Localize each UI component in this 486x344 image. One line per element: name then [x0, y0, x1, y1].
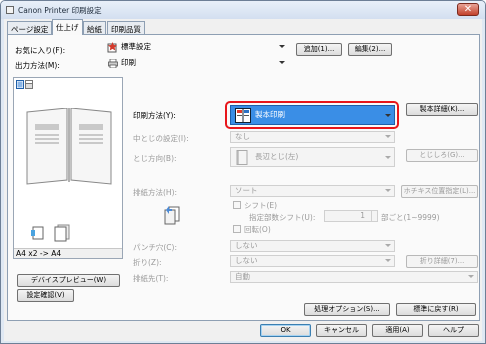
output-method-select[interactable]: 印刷 [105, 58, 288, 70]
fold-label: 折り(Z): [133, 258, 162, 267]
print-method-value: 製本印刷 [255, 110, 285, 119]
punch-select[interactable]: しない [230, 240, 395, 252]
close-button[interactable]: ✕ [457, 3, 479, 16]
page-stack-icon [54, 224, 70, 244]
title-bar[interactable]: Canon Printer 印刷設定 ✕ [1, 1, 485, 19]
chevron-down-icon [385, 135, 391, 138]
chevron-down-icon [385, 259, 391, 262]
binding-margin-button[interactable]: とじしろ(G)... [406, 149, 478, 162]
binding-direction-value: 長辺とじ(左) [255, 152, 299, 161]
binding-direction-label: とじ方向(B): [133, 154, 177, 163]
layout-toggle-icon[interactable] [16, 80, 34, 91]
finishing-panel: お気に入り(F): 標準設定 追加(1)... 編集(2)... 出力方法(M)… [7, 34, 480, 321]
favorites-star-icon [107, 42, 117, 53]
favorites-select[interactable]: 標準設定 [105, 42, 288, 54]
window-title: Canon Printer 印刷設定 [18, 6, 102, 15]
tab-paper-source[interactable]: 給紙 [83, 21, 106, 34]
favorites-add-button[interactable]: 追加(1)... [296, 43, 342, 56]
booklet-preview-icon [25, 107, 113, 190]
output-method-label: 出力方法(M): [15, 61, 60, 70]
center-removal-select[interactable]: なし [230, 131, 395, 143]
favorites-label: お気に入り(F): [15, 46, 66, 55]
favorites-edit-button[interactable]: 編集(2)... [348, 43, 392, 56]
preview-pane: A4 x2 -> A4 [13, 77, 123, 259]
favorites-value: 標準設定 [121, 42, 151, 51]
print-method-label: 印刷方法(Y): [133, 111, 176, 120]
booklet-icon [235, 108, 251, 130]
chevron-down-icon [468, 275, 474, 278]
restore-defaults-button[interactable]: 標準に戻す(R) [396, 303, 476, 316]
settings-check-button[interactable]: 設定確認(V) [17, 289, 74, 302]
finishing-select[interactable]: ソート [230, 185, 395, 197]
processing-options-button[interactable]: 処理オプション(S)... [304, 303, 390, 316]
cancel-button[interactable]: キャンセル [316, 324, 367, 337]
fold-detail-button[interactable]: 折り詳細(7)... [406, 255, 478, 268]
punch-value: しない [235, 241, 258, 250]
booklet-detail-button[interactable]: 製本詳細(K)... [406, 103, 478, 116]
shift-count-spinner[interactable] [371, 210, 378, 222]
shift-unit-label: 部ごと(1~9999) [381, 213, 440, 222]
device-preview-button[interactable]: デバイスプレビュー(W) [17, 274, 120, 287]
chevron-down-icon [279, 45, 285, 48]
dialog-body: ページ設定 仕上げ 給紙 印刷品質 お気に入り(F): 標準設定 追加(1)..… [4, 19, 482, 341]
apply-button[interactable]: 適用(A) [372, 324, 423, 337]
shift-count-label: 指定部数シフト(U): [249, 213, 316, 222]
binding-direction-icon [236, 150, 248, 172]
tab-print-quality[interactable]: 印刷品質 [107, 21, 145, 34]
staple-position-button[interactable]: ホチキス位置指定(L)... [401, 185, 478, 198]
help-button[interactable]: ヘルプ [428, 324, 479, 337]
chevron-down-icon [385, 244, 391, 247]
ok-button[interactable]: OK [260, 324, 311, 337]
preview-caption: A4 x2 -> A4 [14, 248, 122, 258]
output-method-value: 印刷 [121, 58, 136, 67]
binding-position-icon [30, 225, 46, 243]
shift-checkbox[interactable] [233, 201, 241, 209]
chevron-down-icon [385, 156, 391, 159]
center-removal-label: 中とじの設定(I): [133, 134, 189, 143]
fold-select[interactable]: しない [230, 255, 395, 267]
print-method-select[interactable]: 製本印刷 [230, 105, 395, 125]
tab-finishing[interactable]: 仕上げ [52, 19, 83, 35]
printer-icon [108, 58, 118, 71]
rotate-checkbox[interactable] [233, 225, 241, 233]
chevron-down-icon [385, 189, 391, 192]
output-destination-select[interactable]: 自動 [230, 271, 478, 283]
rotate-label: 回転(O) [244, 225, 271, 234]
chevron-down-icon [279, 61, 285, 64]
fold-value: しない [235, 256, 258, 265]
finishing-value: ソート [235, 186, 258, 195]
center-removal-value: なし [235, 132, 250, 141]
printer-icon [6, 6, 14, 14]
sort-finishing-icon [163, 205, 181, 227]
punch-label: パンチ穴(C): [133, 243, 177, 252]
finishing-label: 排紙方法(H): [133, 188, 178, 197]
chevron-down-icon [385, 114, 391, 117]
output-destination-value: 自動 [235, 272, 250, 281]
tab-page-setup[interactable]: ページ設定 [7, 21, 53, 34]
printer-settings-window: Canon Printer 印刷設定 ✕ ページ設定 仕上げ 給紙 印刷品質 お… [0, 0, 486, 344]
shift-count-input[interactable]: 1 [324, 210, 372, 222]
shift-label: シフト(E) [244, 201, 278, 210]
output-destination-label: 排紙先(T): [133, 274, 169, 283]
binding-direction-select[interactable]: 長辺とじ(左) [230, 147, 395, 167]
